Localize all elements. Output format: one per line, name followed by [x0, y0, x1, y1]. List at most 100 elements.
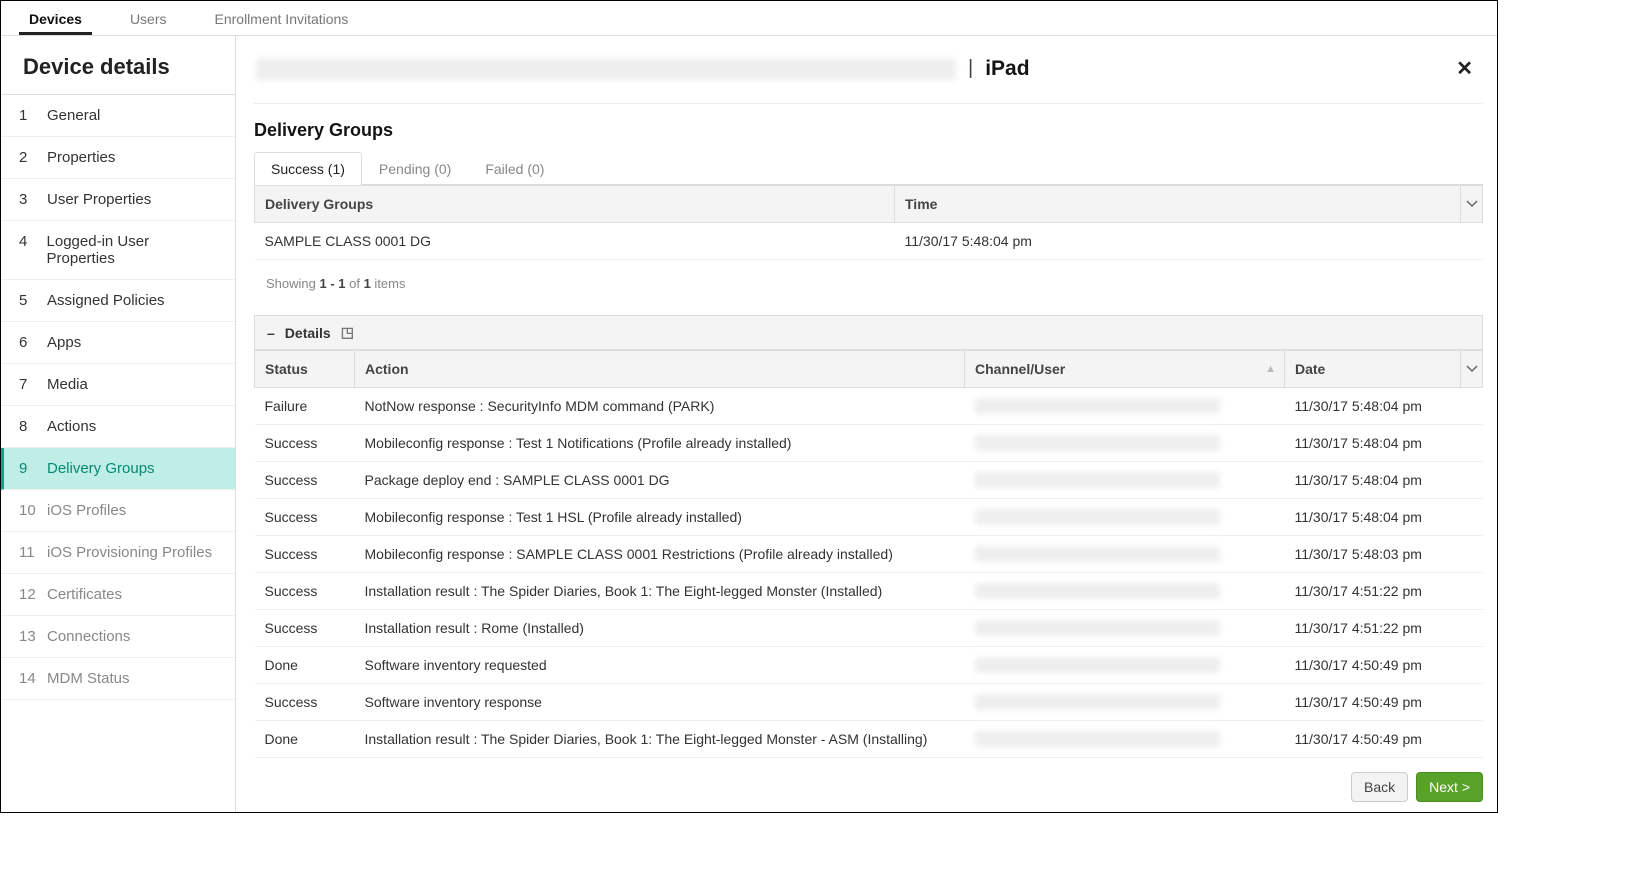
tab-devices[interactable]: Devices: [19, 3, 92, 35]
footer-buttons: Back Next >: [1351, 772, 1483, 802]
col-action[interactable]: Action: [355, 351, 965, 388]
cell-channel-user: [965, 499, 1285, 536]
device-name: iPad: [985, 57, 1029, 81]
sidebar-item-label: Certificates: [47, 586, 122, 603]
cell-action: Installation result : Rome (Installed): [355, 610, 965, 647]
sidebar-item-actions[interactable]: 8 Actions: [1, 406, 235, 448]
sidebar-item-general[interactable]: 1 General: [1, 95, 235, 137]
sidebar: Device details 1 General 2 Properties 3 …: [1, 36, 236, 812]
cell-channel-user: [965, 684, 1285, 721]
col-date[interactable]: Date: [1285, 351, 1461, 388]
tab-pending[interactable]: Pending (0): [362, 152, 468, 185]
cell-channel-user: [965, 425, 1285, 462]
paging-info: Showing 1 - 1 of 1 items: [254, 260, 1483, 309]
sidebar-item-assigned-policies[interactable]: 5 Assigned Policies: [1, 280, 235, 322]
cell-status: Success: [255, 499, 355, 536]
main-panel: | iPad ✕ Delivery Groups Success (1) Pen…: [236, 36, 1497, 812]
details-header[interactable]: – Details ◳: [254, 315, 1483, 350]
sidebar-item-label: Connections: [47, 628, 130, 645]
header-separator: |: [968, 57, 973, 80]
cell-status: Done: [255, 647, 355, 684]
col-channel-user[interactable]: Channel/User ▲: [965, 351, 1285, 388]
sidebar-item-ios-provisioning-profiles[interactable]: 11 iOS Provisioning Profiles: [1, 532, 235, 574]
cell-channel-user: [965, 610, 1285, 647]
table-row[interactable]: Done Software inventory requested 11/30/…: [255, 647, 1483, 684]
sidebar-item-label: Apps: [47, 334, 81, 351]
sidebar-item-num: 13: [19, 628, 37, 645]
sidebar-item-num: 8: [19, 418, 37, 435]
cell-date: 11/30/17 4:50:49 pm: [1285, 647, 1461, 684]
sidebar-item-apps[interactable]: 6 Apps: [1, 322, 235, 364]
tab-success[interactable]: Success (1): [254, 152, 362, 185]
sidebar-item-num: 9: [19, 460, 37, 477]
table-row[interactable]: Success Software inventory response 11/3…: [255, 684, 1483, 721]
sidebar-item-media[interactable]: 7 Media: [1, 364, 235, 406]
table-row[interactable]: Success Mobileconfig response : SAMPLE C…: [255, 536, 1483, 573]
sidebar-item-label: General: [47, 107, 100, 124]
table-row[interactable]: Success Mobileconfig response : Test 1 H…: [255, 499, 1483, 536]
cell-date: 11/30/17 5:48:04 pm: [1285, 499, 1461, 536]
sidebar-item-delivery-groups[interactable]: 9 Delivery Groups: [1, 448, 235, 490]
col-time[interactable]: Time: [895, 186, 1461, 223]
cell-status: Done: [255, 721, 355, 758]
col-expander-details[interactable]: [1461, 351, 1483, 388]
sidebar-item-num: 6: [19, 334, 37, 351]
cell-date: 11/30/17 4:51:22 pm: [1285, 610, 1461, 647]
cell-action: Installation result : The Spider Diaries…: [355, 721, 965, 758]
table-row[interactable]: SAMPLE CLASS 0001 DG 11/30/17 5:48:04 pm: [255, 223, 1483, 260]
sidebar-item-ios-profiles[interactable]: 10 iOS Profiles: [1, 490, 235, 532]
cell-status: Success: [255, 425, 355, 462]
sidebar-item-label: iOS Profiles: [47, 502, 126, 519]
collapse-icon[interactable]: –: [267, 325, 275, 341]
device-owner-redacted: [256, 58, 956, 80]
table-row[interactable]: Failure NotNow response : SecurityInfo M…: [255, 388, 1483, 425]
sidebar-item-connections[interactable]: 13 Connections: [1, 616, 235, 658]
tab-enrollment-invitations[interactable]: Enrollment Invitations: [205, 3, 359, 35]
col-expander[interactable]: [1461, 186, 1483, 223]
cell-channel-user: [965, 647, 1285, 684]
sidebar-item-num: 11: [19, 544, 37, 561]
top-tabs: Devices Users Enrollment Invitations: [1, 1, 1497, 36]
sidebar-item-certificates[interactable]: 12 Certificates: [1, 574, 235, 616]
sidebar-item-num: 12: [19, 586, 37, 603]
sidebar-item-label: MDM Status: [47, 670, 130, 687]
sort-asc-icon: ▲: [1265, 363, 1276, 375]
cell-status: Success: [255, 610, 355, 647]
sidebar-item-logged-in-user-properties[interactable]: 4 Logged-in User Properties: [1, 221, 235, 280]
sidebar-item-num: 4: [19, 233, 37, 250]
table-row[interactable]: Done Installation result : The Spider Di…: [255, 721, 1483, 758]
col-delivery-groups[interactable]: Delivery Groups: [255, 186, 895, 223]
table-row[interactable]: Success Installation result : Rome (Inst…: [255, 610, 1483, 647]
next-button[interactable]: Next >: [1416, 772, 1483, 802]
sidebar-item-label: Delivery Groups: [47, 460, 155, 477]
section-title: Delivery Groups: [254, 120, 1483, 141]
sidebar-item-label: Actions: [47, 418, 96, 435]
tab-failed[interactable]: Failed (0): [468, 152, 561, 185]
close-icon[interactable]: ✕: [1456, 56, 1473, 81]
tab-users[interactable]: Users: [120, 3, 177, 35]
cell-date: 11/30/17 4:50:49 pm: [1285, 721, 1461, 758]
sidebar-item-num: 7: [19, 376, 37, 393]
table-row[interactable]: Success Package deploy end : SAMPLE CLAS…: [255, 462, 1483, 499]
sidebar-item-properties[interactable]: 2 Properties: [1, 137, 235, 179]
cell-date: 11/30/17 5:48:04 pm: [1285, 462, 1461, 499]
pin-icon[interactable]: ◳: [341, 324, 354, 341]
table-row[interactable]: Success Installation result : The Spider…: [255, 573, 1483, 610]
col-status[interactable]: Status: [255, 351, 355, 388]
sidebar-item-user-properties[interactable]: 3 User Properties: [1, 179, 235, 221]
cell-date: 11/30/17 5:48:03 pm: [1285, 536, 1461, 573]
delivery-groups-table: Delivery Groups Time SAMPLE CLASS 0001 D…: [254, 185, 1483, 260]
cell-date: 11/30/17 4:50:49 pm: [1285, 684, 1461, 721]
sidebar-item-num: 5: [19, 292, 37, 309]
cell-date: 11/30/17 4:51:22 pm: [1285, 573, 1461, 610]
sidebar-item-label: Logged-in User Properties: [47, 233, 217, 267]
cell-date: 11/30/17 5:48:04 pm: [1285, 425, 1461, 462]
cell-action: Mobileconfig response : Test 1 Notificat…: [355, 425, 965, 462]
cell-action: Package deploy end : SAMPLE CLASS 0001 D…: [355, 462, 965, 499]
device-header: | iPad ✕: [254, 50, 1483, 104]
sidebar-item-mdm-status[interactable]: 14 MDM Status: [1, 658, 235, 700]
table-row[interactable]: Success Mobileconfig response : Test 1 N…: [255, 425, 1483, 462]
back-button[interactable]: Back: [1351, 772, 1408, 802]
cell-status: Success: [255, 536, 355, 573]
cell-status: Success: [255, 573, 355, 610]
